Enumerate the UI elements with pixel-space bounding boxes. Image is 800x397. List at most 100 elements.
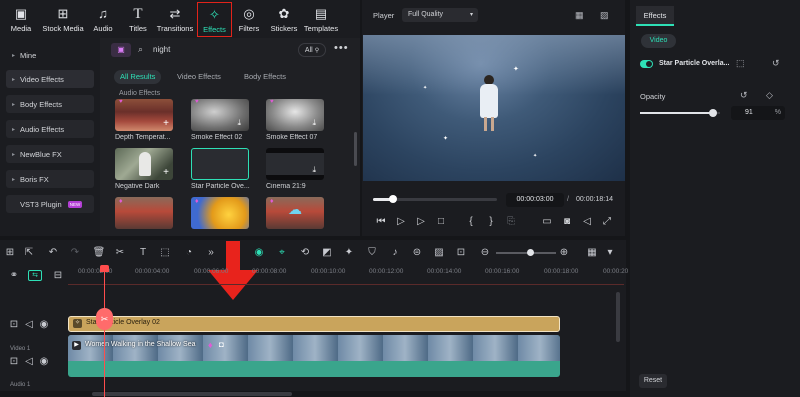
zoom-out-icon[interactable]: ⊖	[478, 247, 492, 259]
snap-icon[interactable]: ⌖	[275, 247, 289, 259]
crop-icon[interactable]: ⬚	[158, 247, 172, 259]
effect-item[interactable]: ♥ + Depth Temperat...	[115, 99, 175, 141]
ai-effect-icon[interactable]: ▣	[111, 43, 131, 57]
chevron-down-icon[interactable]: ▾	[603, 247, 617, 259]
tab-video-effects[interactable]: Video Effects	[177, 72, 221, 81]
shield-icon[interactable]: ⛉	[365, 247, 379, 259]
keyframe-icon[interactable]: ⬚	[736, 58, 745, 69]
image-icon[interactable]: ▨	[600, 10, 609, 21]
effect-item[interactable]: + Negative Dark	[115, 148, 175, 190]
zoom-slider-track[interactable]	[496, 252, 556, 254]
tab-body-effects[interactable]: Body Effects	[244, 72, 286, 81]
image-track-icon[interactable]: ▨	[432, 247, 446, 259]
add-icon[interactable]: +	[163, 167, 169, 178]
sidebar-item-video-effects[interactable]: ▸ Video Effects	[6, 70, 94, 88]
tab-effects[interactable]: Effects	[636, 6, 674, 26]
more-tools-icon[interactable]: »	[204, 247, 218, 259]
toolbar-filters[interactable]: ◎ Filters	[236, 2, 262, 36]
effect-item[interactable]: ⤓ Cinema 21:9	[266, 148, 326, 190]
link-icon[interactable]: ⚭	[7, 270, 21, 282]
delete-icon[interactable]: 🗑	[92, 247, 106, 259]
effect-item[interactable]: ♦	[115, 197, 175, 232]
sidebar-item-body-effects[interactable]: ▸ Body Effects	[6, 95, 94, 113]
reset-icon[interactable]: ↺	[772, 58, 780, 69]
timeline-vertical-scrollbar[interactable]	[616, 292, 620, 342]
effect-item[interactable]: ♦	[191, 197, 251, 232]
effect-item[interactable]: ♥ ⤓ Smoke Effect 02	[191, 99, 251, 141]
effect-item-selected[interactable]: Star Particle Ove...	[191, 148, 251, 190]
video-clip[interactable]: ▶ Women Walking in the Shallow Sea ♦ ◘	[68, 335, 560, 377]
tab-all-results[interactable]: All Results	[114, 70, 162, 84]
opacity-input[interactable]: 91 %	[731, 106, 785, 120]
track-manager-icon[interactable]: ⇆	[28, 270, 42, 281]
split-marker-icon[interactable]: ✂	[96, 308, 113, 330]
mark-in-icon[interactable]: {	[464, 216, 478, 228]
layout-icon[interactable]: ⊞	[3, 247, 17, 259]
microphone-icon[interactable]: ♪	[388, 247, 402, 259]
sidebar-item-audio-effects[interactable]: ▸ Audio Effects	[6, 120, 94, 138]
toolbar-titles[interactable]: T Titles	[124, 2, 152, 36]
effect-item[interactable]: ♦ ☁	[266, 197, 326, 232]
add-marker-icon[interactable]: ⎘	[504, 216, 518, 228]
more-options-icon[interactable]: •••	[334, 42, 349, 54]
effect-toggle[interactable]	[640, 60, 653, 68]
play-slow-icon[interactable]: ▷	[394, 216, 408, 228]
voiceover-icon[interactable]: ⊜	[410, 247, 424, 259]
toolbar-effects[interactable]: ✧ Effects	[197, 2, 232, 37]
render-icon[interactable]: ◩	[320, 247, 334, 259]
keyframe-diamond-icon[interactable]: ◇	[766, 90, 773, 101]
library-scrollbar[interactable]	[354, 132, 357, 166]
zoom-in-icon[interactable]: ⊕	[557, 247, 571, 259]
sidebar-item-vst3-plugin[interactable]: VST3 Plugin NEW	[6, 195, 94, 213]
download-icon[interactable]: ⤓	[312, 118, 316, 128]
toolbar-stickers[interactable]: ✿ Stickers	[268, 2, 300, 36]
mute-icon[interactable]: ◁	[22, 356, 36, 368]
undo-icon[interactable]: ↶	[46, 247, 60, 259]
playhead-handle[interactable]	[100, 265, 109, 272]
eye-icon[interactable]: ◉	[37, 319, 51, 331]
split-icon[interactable]: ✂	[113, 247, 127, 259]
reset-button[interactable]: Reset	[639, 374, 667, 388]
search-input[interactable]: night	[153, 45, 170, 54]
previous-frame-icon[interactable]: ⏮	[374, 216, 388, 228]
quality-dropdown[interactable]: Full Quality ▾	[402, 8, 478, 22]
motion-icon[interactable]: ⟲	[298, 247, 312, 259]
toolbar-templates[interactable]: ▤ Templates	[302, 2, 340, 36]
current-time[interactable]: 00:00:03:00	[506, 193, 564, 207]
opacity-reset-icon[interactable]: ↺	[740, 90, 748, 101]
grid-icon[interactable]: ▦	[575, 10, 584, 21]
sidebar-item-newblue-fx[interactable]: ▸ NewBlue FX	[6, 145, 94, 163]
subtab-video[interactable]: Video	[641, 34, 676, 48]
toolbar-media[interactable]: ▣ Media	[4, 2, 38, 36]
speed-icon[interactable]: ◔	[182, 247, 196, 259]
toolbar-audio[interactable]: ♫ Audio	[90, 2, 116, 36]
timeline-scrollbar[interactable]	[92, 392, 292, 396]
mark-out-icon[interactable]: }	[484, 216, 498, 228]
add-track-icon[interactable]: ⊟	[51, 270, 65, 282]
play-icon[interactable]: ▷	[414, 216, 428, 228]
add-icon[interactable]: +	[163, 118, 169, 129]
all-filter-dropdown[interactable]: All ⚲	[298, 43, 326, 57]
stop-icon[interactable]: □	[434, 216, 448, 228]
lock-icon[interactable]: ⊡	[7, 319, 21, 331]
download-icon[interactable]: ⤓	[237, 118, 241, 128]
display-icon[interactable]: ▭	[540, 216, 554, 228]
toolbar-stock-media[interactable]: ⊞ Stock Media	[40, 2, 86, 36]
grid-view-icon[interactable]: ▦	[585, 247, 599, 259]
eye-icon[interactable]: ◉	[37, 356, 51, 368]
auto-ripple-icon[interactable]: ◉	[252, 247, 266, 259]
toolbar-transitions[interactable]: ⇄ Transitions	[155, 2, 195, 36]
opacity-slider-handle[interactable]	[708, 109, 717, 117]
text-icon[interactable]: T	[136, 247, 150, 259]
fullscreen-icon[interactable]: ⤢	[600, 216, 614, 228]
record-icon[interactable]: ⊡	[454, 247, 468, 259]
snapshot-icon[interactable]: ◙	[560, 216, 574, 228]
download-icon[interactable]: ⤓	[312, 165, 316, 175]
volume-icon[interactable]: ◁	[580, 216, 594, 228]
sidebar-item-boris-fx[interactable]: ▸ Boris FX	[6, 170, 94, 188]
player-progress-handle[interactable]	[388, 195, 397, 203]
redo-icon[interactable]: ↷	[68, 247, 82, 259]
zoom-slider-handle[interactable]	[527, 249, 534, 256]
sidebar-item-mine[interactable]: ▸ Mine	[6, 46, 94, 64]
effect-clip[interactable]: ✧ Star Particle Overlay 02	[68, 316, 560, 332]
